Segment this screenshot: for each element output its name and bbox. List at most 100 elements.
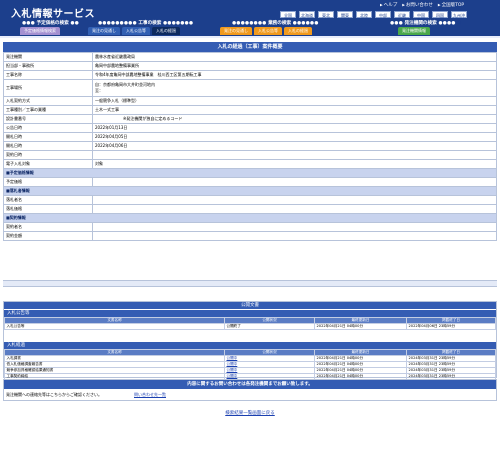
table-row: 契約日時 [3,150,497,160]
tabs-construction: 発注の見通し 入札公告等 入札の経過 [88,27,180,35]
document-status: 公開終了 [224,323,315,330]
tab-agency-info[interactable]: 発注機関情報 [398,27,430,35]
contact-panel: 内容に関するお問い合わせは各発注機関までお願い致します。 発注機関への連絡先等は… [3,379,497,401]
region-hokuriku[interactable]: 北陸 [356,11,372,18]
tabs-service: 発注の見通し 入札公告等 入札の経過 [220,27,312,35]
region-kanto[interactable]: 関東 [337,11,353,18]
field-value: ※発注機関が独自に定めるコード [92,114,497,124]
table-row: 工事場所 自：京都府亀岡市大井町並河地内 至： [3,79,497,97]
field-value [92,231,497,241]
contact-link[interactable]: お問い合わせ [402,2,433,8]
national-top-link[interactable]: 全国版TOP [438,2,465,8]
field-label: 契約日時 [3,150,93,160]
section-header: ■落札者情報 [3,186,497,196]
table-row: 発注機関 農林水産省近畿農政局 [3,52,497,62]
progress-documents-table: 文書名称 公開状況 最終更新日 掲載終了日 入札調書 公開中 2022年04月2… [4,349,496,380]
section-planned-price: ■予定価格情報 [3,168,497,178]
table-row: 担当部・事務所 亀岡中部農地整備事業所 [3,61,497,71]
region-hokkaido[interactable]: 北海道 [299,11,315,18]
field-value: 2022年04月05日 [92,132,497,142]
region-chubu[interactable]: 中部 [375,11,391,18]
tab-service-outlook[interactable]: 発注の見通し [220,27,252,35]
table-row: 工事名称 令和4年度亀岡中部農地整備事業 桂川西工区第五期転工事 [3,70,497,80]
table-row: 契約者名 [3,222,497,232]
section-header: ■契約情報 [3,213,497,223]
tabs-planned-price: 予定価格情報検索 [20,27,60,35]
table-row: 開札日時 2022年04月05日 [3,132,497,142]
contact-list-link[interactable]: 問い合わせ先一覧 [134,392,166,398]
field-value: 亀岡中部農地整備事業所 [92,61,497,71]
utility-links: ヘルプ お問い合わせ 全国版TOP [380,2,464,8]
section-contract: ■契約情報 [3,213,497,223]
field-value [92,150,497,160]
field-label: 電子入札対象 [3,159,93,169]
tab-construction-notices[interactable]: 入札公告等 [122,27,150,35]
header-divider [0,36,500,38]
tab-construction-progress[interactable]: 入札の経過 [152,27,180,35]
tab-construction-outlook[interactable]: 発注の見通し [88,27,120,35]
tab-planned-price-search[interactable]: 予定価格情報検索 [20,27,60,35]
table-row: 入札公告等 公開終了 2022年04月21日 04時00分 2022年04月06… [4,323,496,330]
document-end: 2022年04月06日 23時59分 [406,323,496,330]
tab-service-notices[interactable]: 入札公告等 [254,27,282,35]
section-divider [3,280,497,287]
site-header: 入札情報サービス ヘルプ お問い合わせ 全国版TOP 全国 北海道 東北 関東 … [0,0,500,38]
region-national[interactable]: 全国 [280,11,296,18]
field-label: 落札価格 [3,204,93,214]
document-name: 入札公告等 [4,323,225,330]
region-selector: 全国 北海道 東北 関東 北陸 中部 近畿 中国 四国 九州沖縄 [280,11,467,25]
field-label: 落札者名 [3,195,93,205]
tabs-agency: 発注機関情報 [398,27,430,35]
field-value [92,177,497,187]
table-row: 工事種別／工事の業種 土木一式工事 [3,105,497,115]
contact-text: 発注機関への連絡先等はこちらからご確認ください。 [6,391,102,397]
region-chugoku[interactable]: 中国 [413,11,429,18]
help-link[interactable]: ヘルプ [380,2,398,8]
contact-title: 内容に関するお問い合わせは各発注機関までお願い致します。 [4,380,496,389]
site-logo[interactable]: 入札情報サービス [11,5,95,20]
location-to: 至： [95,88,103,93]
field-value: 令和4年度亀岡中部農地整備事業 桂川西工区第五期転工事 [92,70,497,80]
contact-row: 発注機関への連絡先等はこちらからご確認ください。 問い合わせ先一覧 [4,389,496,400]
field-value: 対象 [92,159,497,169]
table-row: 落札者名 [3,195,497,205]
field-value: 自：京都府亀岡市大井町並河地内 至： [92,79,497,97]
progress-section-title: 入札経過 [4,342,496,349]
category-construction: ●●●●●●●●● 工事の検索 ●●●●●●● [98,21,194,26]
table-row: 設計書番号 ※発注機関が独自に定めるコード [3,114,497,124]
table-row: 開札日時 2022年04月06日 [3,141,497,151]
project-summary-table: 発注機関 農林水産省近畿農政局 担当部・事務所 亀岡中部農地整備事業所 工事名称 令和… [3,52,497,241]
table-row: 入札契約方式 一般競争入札（標準型） [3,96,497,106]
region-kinki[interactable]: 近畿 [394,11,410,18]
table-row: 電子入札対象 対象 [3,159,497,169]
table-row: 公告日時 2022年01月13日 [3,123,497,133]
page-title: 入札の経過（工事）案件概要 [3,42,497,52]
table-row: 契約金額 [3,231,497,241]
field-label: 工事場所 [3,79,93,97]
field-value [92,222,497,232]
tab-service-progress[interactable]: 入札の経過 [284,27,312,35]
field-label: 契約金額 [3,231,93,241]
field-value: 農林水産省近畿農政局 [92,52,497,62]
field-value: 一般競争入札（標準型） [92,96,497,106]
section-header: ■予定価格情報 [3,168,497,178]
region-shikoku[interactable]: 四国 [432,11,448,18]
field-label: 予定価格 [3,177,93,187]
field-label: 担当部・事務所 [3,61,93,71]
field-label: 公告日時 [3,123,93,133]
region-tohoku[interactable]: 東北 [318,11,334,18]
field-label: 開札日時 [3,132,93,142]
document-updated: 2022年04月21日 04時00分 [314,323,407,330]
region-kyushu[interactable]: 九州沖縄 [451,11,467,25]
field-label: 工事種別／工事の業種 [3,105,93,115]
field-value [92,204,497,214]
field-label: 発注機関 [3,52,93,62]
back-to-results-link[interactable]: 検索結果一覧画面に戻る [225,411,275,416]
category-agency: ●●● 発注機関の検索 ●●●● [390,21,456,26]
field-value: 土木一式工事 [92,105,497,115]
notice-documents-table: 文書名称 公開状況 最終更新日 掲載終了日 入札公告等 公開終了 2022年04… [4,317,496,330]
field-label: 設計書番号 [3,114,93,124]
section-bidder: ■落札者情報 [3,186,497,196]
field-value [92,195,497,205]
